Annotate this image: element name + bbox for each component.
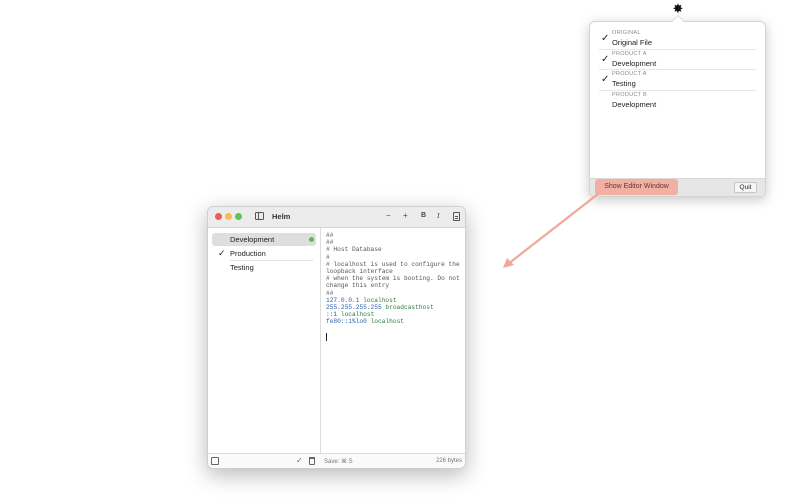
- profile-group-label: PRODUCT A: [612, 71, 647, 77]
- close-window-button[interactable]: [215, 213, 222, 220]
- sidebar-item-label: Testing: [230, 263, 254, 272]
- profile-name: Development: [612, 58, 657, 68]
- window-title: Helm: [272, 212, 291, 221]
- profile-group-label: PRODUCT A: [612, 50, 647, 57]
- host-entry: fe80::1%lo0 localhost: [326, 318, 463, 325]
- minimize-window-button[interactable]: [225, 213, 232, 220]
- profile-sidebar: Development ✓ Production Testing: [208, 228, 321, 455]
- sidebar-item-label: Development: [230, 235, 275, 244]
- bold-button[interactable]: B: [421, 211, 426, 221]
- host-ip: 255.255.255.255: [326, 304, 382, 312]
- profile-name: Original File: [612, 38, 653, 47]
- editor-window: Helm − + B I Development ✓ Production Te…: [207, 206, 466, 469]
- hosts-editor[interactable]: ## ## # Host Database # # localhost is u…: [322, 228, 465, 455]
- trash-icon[interactable]: [309, 457, 315, 465]
- sidebar-item-label: Production: [230, 249, 266, 258]
- host-name: localhost: [370, 318, 404, 326]
- profile-item-b-development[interactable]: PRODUCT B Development: [599, 91, 756, 112]
- editor-line: ##: [326, 289, 334, 297]
- file-size-label: 226 bytes: [435, 457, 462, 464]
- sidebar-item-production[interactable]: ✓ Production: [212, 247, 316, 260]
- text-cursor: [326, 332, 327, 341]
- active-status-dot: [309, 237, 314, 242]
- document-icon[interactable]: [453, 212, 460, 221]
- host-name: localhost: [340, 311, 375, 319]
- editor-line: # localhost is used to configure the loo…: [326, 260, 464, 276]
- zoom-window-button[interactable]: [235, 213, 242, 220]
- import-file-icon[interactable]: [211, 457, 219, 465]
- profile-item-a-development[interactable]: ✓ PRODUCT A Development: [599, 50, 756, 70]
- host-entry: 255.255.255.255 broadcasthost: [326, 304, 463, 311]
- editor-line: ##: [326, 232, 334, 239]
- profile-list: ✓ ORIGINAL Original File ✓ PRODUCT A Dev…: [590, 29, 765, 111]
- editor-line: #: [326, 253, 330, 261]
- status-bar: ✓ Save: ⌘ S 226 bytes: [208, 453, 465, 468]
- host-entry: ::1 localhost: [326, 311, 463, 318]
- profiles-popover: ✓ ORIGINAL Original File ✓ PRODUCT A Dev…: [589, 15, 766, 197]
- profile-name: Testing: [612, 79, 636, 88]
- profile-item-a-testing[interactable]: ✓ PRODUCT A Testing: [599, 70, 756, 91]
- checkmark-icon: ✓: [601, 74, 610, 85]
- host-ip: fe80::1%lo0: [326, 318, 367, 326]
- popover-arrow: [671, 15, 685, 22]
- remove-profile-button[interactable]: −: [386, 211, 391, 221]
- checkmark-icon: ✓: [601, 53, 610, 65]
- show-editor-window-button[interactable]: Show Editor Window: [595, 179, 678, 195]
- sidebar-item-development[interactable]: Development: [212, 233, 316, 246]
- editor-line: ##: [326, 239, 334, 247]
- quit-button[interactable]: Quit: [734, 182, 757, 193]
- profile-group-label: PRODUCT B: [612, 91, 647, 98]
- sidebar-item-testing[interactable]: Testing: [212, 261, 316, 274]
- editor-line: # Host Database: [326, 246, 382, 254]
- host-ip: ::1: [326, 311, 338, 319]
- save-shortcut-hint: Save: ⌘ S: [324, 458, 353, 465]
- popover-footer: Show Editor Window Quit: [590, 178, 765, 196]
- italic-button[interactable]: I: [437, 211, 440, 221]
- add-profile-button[interactable]: +: [403, 211, 408, 221]
- checkmark-icon: ✓: [218, 248, 226, 258]
- host-name: broadcasthost: [385, 304, 434, 312]
- host-ip: 127.0.0.1: [326, 296, 360, 304]
- activate-checkmark-icon[interactable]: ✓: [296, 456, 303, 465]
- profile-name: Development: [612, 99, 657, 109]
- profile-item-original-file[interactable]: ✓ ORIGINAL Original File: [599, 29, 756, 50]
- host-entry: 127.0.0.1 localhost: [326, 297, 463, 304]
- host-name: localhost: [363, 296, 397, 304]
- gear-icon[interactable]: ✸: [671, 2, 685, 16]
- checkmark-icon: ✓: [601, 33, 610, 44]
- profile-group-label: ORIGINAL: [612, 30, 641, 36]
- sidebar-toggle-icon[interactable]: [255, 212, 264, 220]
- window-titlebar[interactable]: Helm − + B I: [208, 207, 465, 228]
- editor-line: # when the system is booting. Do not cha…: [326, 275, 464, 290]
